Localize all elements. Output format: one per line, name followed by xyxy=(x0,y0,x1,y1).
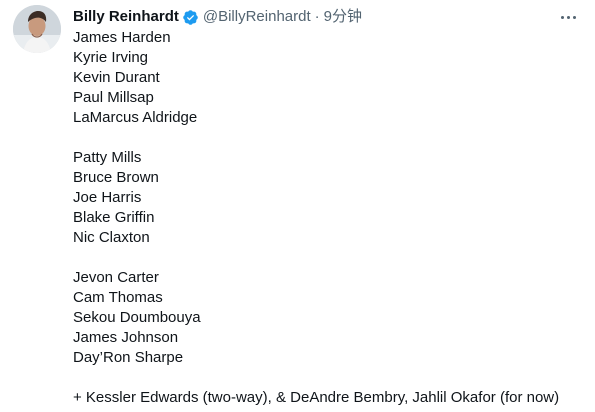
user-photo xyxy=(13,5,61,53)
display-name[interactable]: Billy Reinhardt xyxy=(73,7,179,27)
text-line: Sekou Doumbouya xyxy=(73,309,201,326)
text-line: Kevin Durant xyxy=(73,69,160,86)
text-line: Patty Mills xyxy=(73,149,142,166)
roster-group-3: Jevon Carter Cam Thomas Sekou Doumbouya … xyxy=(73,268,588,368)
text-line: Bruce Brown xyxy=(73,169,159,186)
text-line: LaMarcus Aldridge xyxy=(73,109,198,126)
text-line: Day’Ron Sharpe xyxy=(73,349,184,366)
text-line: James Harden xyxy=(73,29,171,46)
text-line: Blake Griffin xyxy=(73,209,155,226)
tweet-text: James Harden Kyrie Irving Kevin Durant P… xyxy=(73,28,588,408)
text-line: + Kessler Edwards (two-way), & DeAndre B… xyxy=(73,389,560,406)
tweet-header: Billy Reinhardt @BillyReinhardt · 9分钟 xyxy=(73,6,362,28)
text-line: James Johnson xyxy=(73,329,179,346)
verified-badge-icon xyxy=(182,9,199,26)
avatar[interactable] xyxy=(13,5,61,53)
roster-group-1: James Harden Kyrie Irving Kevin Durant P… xyxy=(73,28,588,128)
text-line: Jevon Carter xyxy=(73,269,159,286)
tweet: Billy Reinhardt @BillyReinhardt · 9分钟 Ja… xyxy=(0,0,595,412)
text-line: Paul Millsap xyxy=(73,89,154,106)
text-line: Cam Thomas xyxy=(73,289,163,306)
text-line: Nic Claxton xyxy=(73,229,150,246)
timestamp[interactable]: 9分钟 xyxy=(324,7,362,27)
roster-group-2: Patty Mills Bruce Brown Joe Harris Blake… xyxy=(73,148,588,248)
user-handle[interactable]: @BillyReinhardt xyxy=(203,7,311,27)
roster-group-4: + Kessler Edwards (two-way), & DeAndre B… xyxy=(73,388,588,408)
text-line: Joe Harris xyxy=(73,189,142,206)
separator-dot: · xyxy=(314,8,320,25)
more-options-icon[interactable] xyxy=(556,8,580,26)
text-line: Kyrie Irving xyxy=(73,49,149,66)
